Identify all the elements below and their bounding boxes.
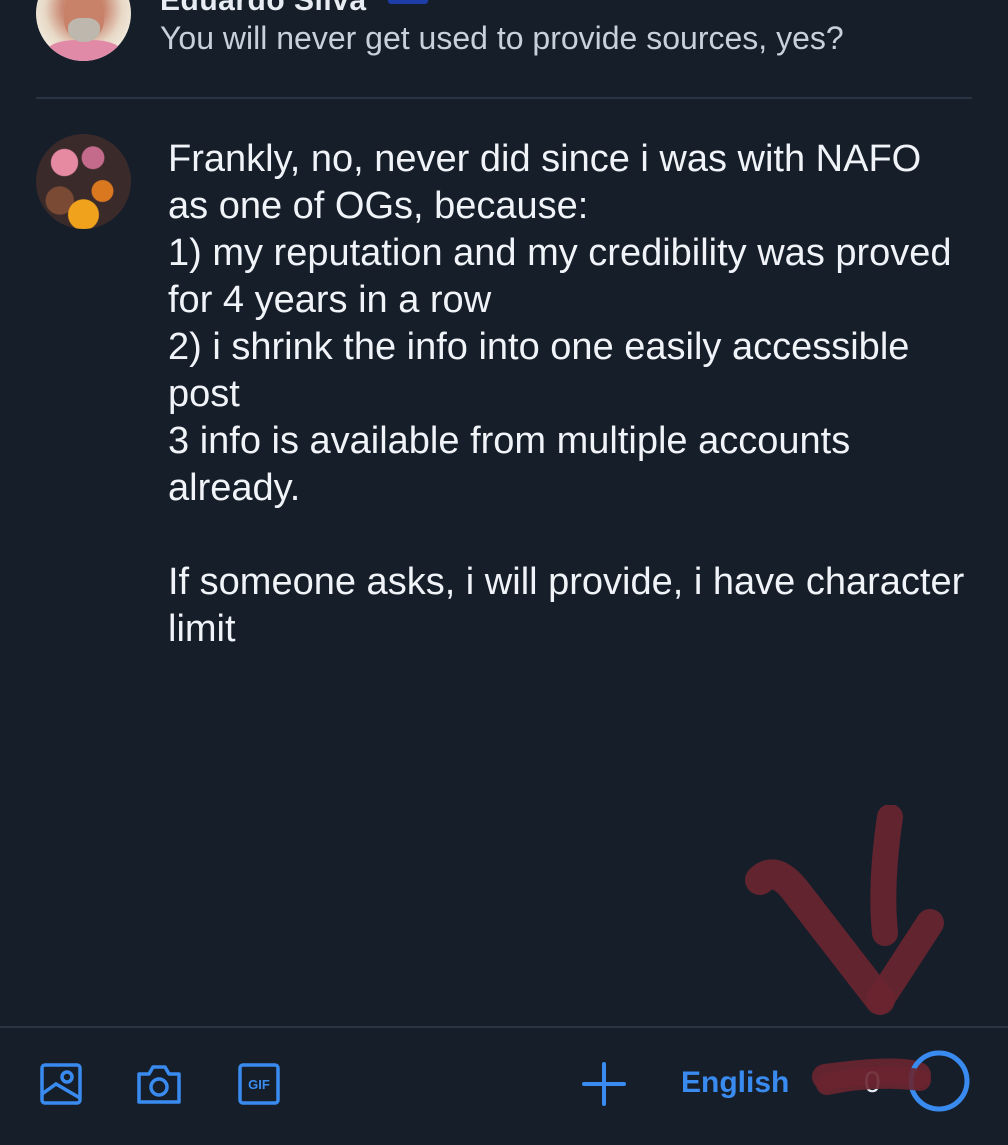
author-badge — [388, 0, 428, 4]
compose-textarea[interactable]: Frankly, no, never did since i was with … — [168, 136, 968, 653]
replied-author-name: Eduardo Silva — [160, 0, 367, 17]
compose-toolbar: GIF English 0 — [0, 1028, 1008, 1145]
red-arrow-annotation-bottom — [816, 1066, 931, 1095]
replied-post-text: You will never get used to provide sourc… — [160, 20, 844, 56]
user-avatar — [36, 134, 131, 229]
thread-divider — [36, 97, 972, 99]
gif-label: GIF — [248, 1077, 270, 1092]
language-selector[interactable]: English — [681, 1066, 789, 1100]
compose-reply-screen: Eduardo Silva You will never get used to… — [0, 0, 1008, 1145]
avatar-shirt — [46, 40, 122, 61]
replied-author-avatar[interactable] — [36, 0, 131, 61]
camera-button[interactable] — [135, 1060, 183, 1108]
camera-icon — [137, 1065, 181, 1104]
add-thread-button[interactable] — [580, 1060, 628, 1108]
plus-icon — [582, 1062, 626, 1106]
add-image-button[interactable] — [37, 1060, 85, 1108]
avatar-beard — [68, 18, 100, 42]
gif-button[interactable]: GIF — [235, 1060, 283, 1108]
image-icon — [40, 1063, 82, 1105]
gif-icon: GIF — [238, 1063, 280, 1105]
